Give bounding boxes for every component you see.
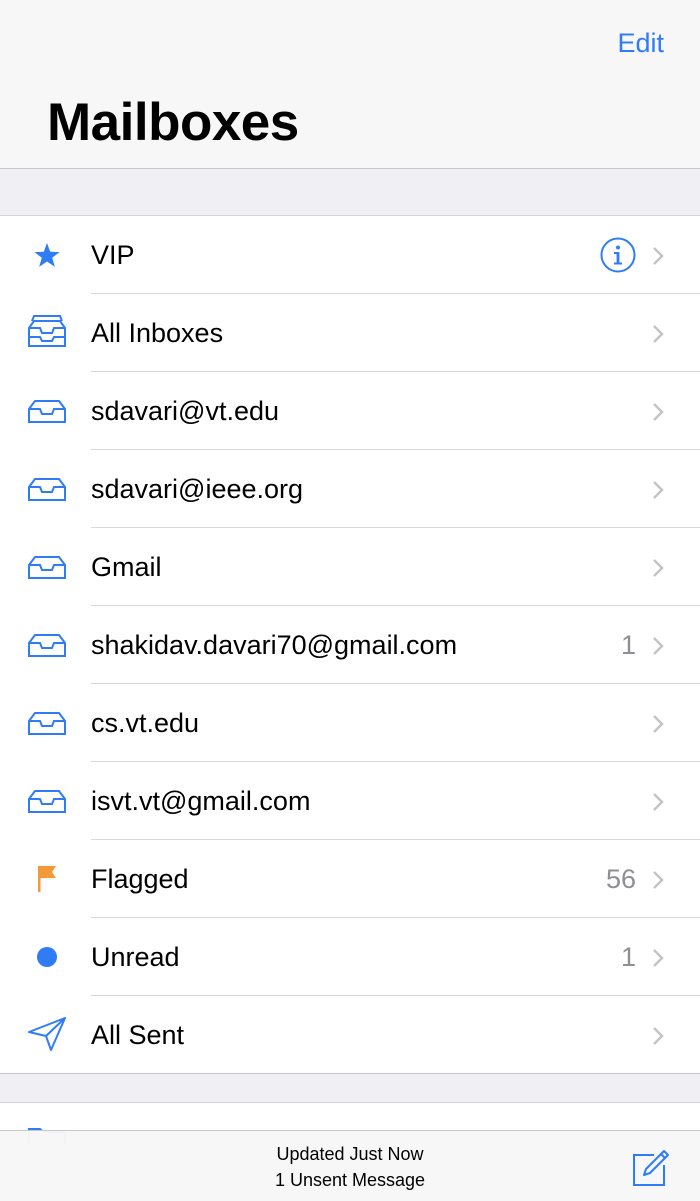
tray-icon — [28, 556, 66, 579]
chevron-right-icon — [653, 715, 664, 733]
chevron-right-icon — [653, 793, 664, 811]
section-gap — [0, 169, 700, 216]
mailbox-label: Flagged — [91, 864, 189, 894]
mailbox-label: All Inboxes — [91, 318, 224, 348]
section-gap — [0, 1074, 700, 1103]
chevron-right-icon — [653, 481, 664, 499]
mailbox-label: shakidav.davari70@gmail.com — [91, 630, 458, 660]
tray-icon — [28, 478, 66, 501]
chevron-right-icon — [653, 247, 664, 265]
mailbox-label: cs.vt.edu — [91, 708, 200, 738]
mailbox-row-unread[interactable]: Unread 1 — [0, 918, 700, 996]
mailbox-row-account[interactable]: Gmail — [0, 528, 700, 606]
mailbox-row-account[interactable]: sdavari@ieee.org — [0, 450, 700, 528]
tray-icon — [28, 712, 66, 735]
tray-icon — [28, 790, 66, 813]
tray-icon — [28, 634, 66, 657]
chevron-right-icon — [653, 871, 664, 889]
bottom-toolbar: Updated Just Now 1 Unsent Message — [0, 1130, 700, 1201]
mailbox-label: sdavari@vt.edu — [91, 396, 279, 426]
mailbox-label: Unread — [91, 942, 180, 972]
unread-count: 1 — [620, 630, 636, 660]
chevron-right-icon — [653, 325, 664, 343]
info-icon[interactable] — [600, 237, 636, 273]
mailbox-label: sdavari@ieee.org — [91, 474, 304, 504]
unread-dot-icon — [37, 947, 57, 967]
page-title: Mailboxes — [47, 93, 299, 152]
mailbox-row-account[interactable]: isvt.vt@gmail.com — [0, 762, 700, 840]
status-updated: Updated Just Now — [276, 1144, 424, 1164]
chevron-right-icon — [653, 637, 664, 655]
mailbox-label: VIP — [91, 240, 135, 270]
mailbox-row-all-inboxes[interactable]: All Inboxes — [0, 294, 700, 372]
mailbox-row-all-sent[interactable]: All Sent — [0, 996, 700, 1074]
edit-button[interactable]: Edit — [617, 28, 664, 59]
inboxes-icon — [28, 315, 66, 347]
mailbox-row-account[interactable]: shakidav.davari70@gmail.com 1 — [0, 606, 700, 684]
mailbox-label: Gmail — [91, 552, 162, 582]
navigation-bar: Edit Mailboxes — [0, 0, 700, 169]
chevron-right-icon — [653, 949, 664, 967]
unread-count: 1 — [620, 942, 636, 972]
mailbox-list: VIP All Inboxes sdavari@vt.edu sdavari@i… — [0, 216, 700, 1074]
mailbox-row-vip[interactable]: VIP — [0, 216, 700, 294]
chevron-right-icon — [653, 1027, 664, 1045]
mailbox-row-account[interactable]: sdavari@vt.edu — [0, 372, 700, 450]
flagged-count: 56 — [605, 864, 636, 894]
mailbox-row-account[interactable]: cs.vt.edu — [0, 684, 700, 762]
mailbox-label: isvt.vt@gmail.com — [91, 786, 311, 816]
flag-icon — [38, 866, 56, 892]
status-unsent: 1 Unsent Message — [274, 1170, 426, 1190]
chevron-right-icon — [653, 403, 664, 421]
mailbox-label: All Sent — [91, 1020, 185, 1050]
tray-icon — [28, 400, 66, 423]
compose-icon[interactable] — [630, 1147, 672, 1187]
mailbox-row-flagged[interactable]: Flagged 56 — [0, 840, 700, 918]
chevron-right-icon — [653, 559, 664, 577]
star-icon — [34, 243, 60, 267]
paper-plane-icon — [28, 1017, 66, 1051]
